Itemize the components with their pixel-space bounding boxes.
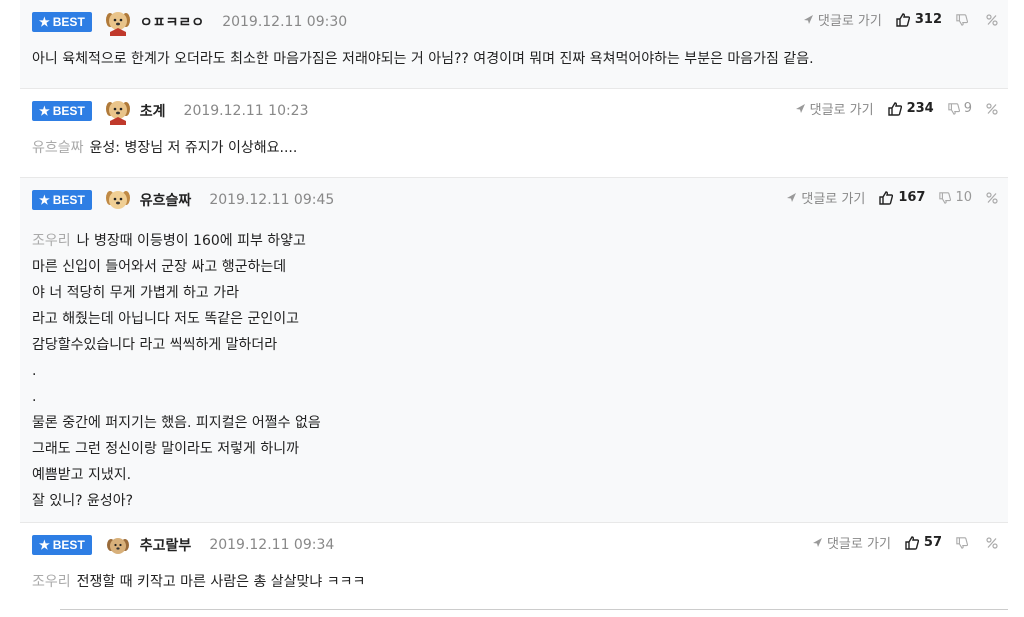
- send-arrow-icon: [812, 538, 822, 547]
- goto-comment-link[interactable]: 댓글로 가기: [803, 10, 882, 29]
- percent-link-icon[interactable]: [986, 13, 998, 26]
- dislike-button[interactable]: 9: [948, 101, 972, 116]
- divider: [60, 609, 1008, 610]
- best-badge: ★ BEST: [32, 12, 92, 32]
- thumbs-up-icon: [887, 101, 902, 116]
- comment-item: ★BEST ㅇㅍㅋㄹㅇ 2019.12.11 09:30 댓글로 가기 312: [20, 0, 1008, 89]
- comment-item: ★ BEST 추고랄부 2019.12.11 09:34 댓글로 가기 57 조…: [20, 523, 1008, 611]
- send-arrow-icon: [803, 15, 813, 24]
- thumbs-up-icon: [896, 12, 910, 27]
- like-button[interactable]: 312: [896, 12, 942, 27]
- comment-nickname[interactable]: 초계: [140, 101, 166, 121]
- percent-link-icon[interactable]: [986, 536, 998, 549]
- comment-nickname[interactable]: 유흐슬짜: [140, 190, 192, 210]
- percent-link-icon[interactable]: [986, 102, 998, 115]
- goto-comment-link[interactable]: 댓글로 가기: [812, 533, 891, 552]
- star-icon: ★: [39, 193, 50, 207]
- puppy-avatar-icon[interactable]: [104, 97, 132, 125]
- comment-body: 아니 육체적으로 한계가 오더라도 최소한 마음가짐은 저래야되는 거 아님??…: [32, 51, 814, 67]
- best-comment-list: ★BEST ㅇㅍㅋㄹㅇ 2019.12.11 09:30 댓글로 가기 312: [20, 0, 1008, 611]
- send-arrow-icon: [787, 193, 797, 202]
- star-icon: ★: [39, 538, 50, 552]
- star-icon: ★: [39, 104, 50, 118]
- comment-nickname[interactable]: ㅇㅍㅋㄹㅇ: [140, 12, 204, 32]
- like-button[interactable]: 234: [887, 101, 934, 116]
- percent-link-icon[interactable]: [986, 191, 998, 204]
- best-badge: ★ BEST: [32, 535, 92, 555]
- best-badge: ★ BEST: [32, 101, 92, 121]
- thumbs-down-icon: [956, 536, 968, 549]
- goto-comment-link[interactable]: 댓글로 가기: [795, 99, 874, 118]
- puppy-avatar-icon[interactable]: [104, 8, 132, 36]
- comment-date: 2019.12.11 09:45: [209, 192, 335, 208]
- reply-to-nickname[interactable]: 조우리: [32, 233, 71, 249]
- like-button[interactable]: 167: [879, 190, 925, 205]
- thumbs-down-icon: [948, 102, 960, 115]
- dislike-button[interactable]: [956, 13, 972, 26]
- star-icon: ★: [39, 15, 50, 29]
- comment-item: ★ BEST 유흐슬짜 2019.12.11 09:45 댓글로 가기 167 1…: [20, 178, 1008, 523]
- thumbs-up-icon: [905, 535, 919, 550]
- goto-comment-link[interactable]: 댓글로 가기: [786, 188, 865, 207]
- reply-to-nickname[interactable]: 유흐슬짜: [32, 140, 84, 156]
- comment-body: 조우리 전쟁할 때 키작고 마른 사람은 총 살살맞냐 ㅋㅋㅋ: [32, 574, 366, 590]
- comment-body: 유흐슬짜 윤성: 병장님 저 쥬지가 이상해요....: [32, 140, 298, 156]
- puppy-avatar-icon[interactable]: [104, 186, 132, 214]
- dislike-button[interactable]: [956, 536, 972, 549]
- best-badge: ★ BEST: [32, 190, 92, 210]
- send-arrow-icon: [795, 104, 805, 113]
- comment-date: 2019.12.11 10:23: [183, 103, 309, 119]
- comment-item: ★BEST 초계 2019.12.11 10:23 댓글로 가기 234 9: [20, 89, 1008, 178]
- dislike-button[interactable]: 10: [939, 190, 972, 205]
- reply-to-nickname[interactable]: 조우리: [32, 574, 71, 590]
- like-button[interactable]: 57: [905, 535, 942, 550]
- thumbs-down-icon: [956, 13, 968, 26]
- comment-nickname[interactable]: 추고랄부: [140, 535, 192, 555]
- thumbs-up-icon: [879, 190, 894, 205]
- comment-date: 2019.12.11 09:34: [209, 537, 335, 553]
- comment-body: 조우리 나 병장때 이등병이 160에 피부 하얗고 마른 신입이 들어와서 군장…: [32, 233, 321, 509]
- puppy-avatar-icon[interactable]: [104, 531, 132, 559]
- thumbs-down-icon: [939, 191, 952, 204]
- comment-date: 2019.12.11 09:30: [222, 14, 348, 30]
